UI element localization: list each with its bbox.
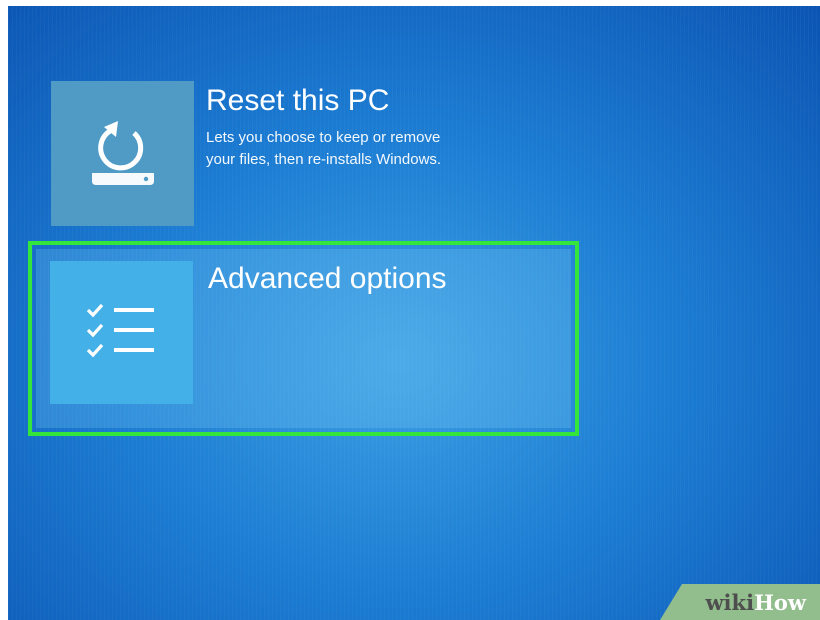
- advanced-title: Advanced options: [208, 262, 447, 295]
- reset-title: Reset this PC: [206, 84, 390, 117]
- reset-this-pc-option[interactable]: Reset this PC Lets you choose to keep or…: [51, 81, 531, 226]
- advanced-option-body: Advanced options: [36, 249, 571, 428]
- checklist-icon: [86, 303, 154, 357]
- advanced-options-option[interactable]: Advanced options: [28, 241, 579, 436]
- recovery-screen: Reset this PC Lets you choose to keep or…: [8, 6, 820, 620]
- watermark-wiki: wiki: [705, 589, 755, 615]
- advanced-text-group: Advanced options: [208, 261, 447, 428]
- watermark-how: How: [754, 589, 806, 615]
- advanced-tile: [50, 261, 193, 404]
- reset-tile: [51, 81, 194, 226]
- reset-description: Lets you choose to keep or remove your f…: [206, 127, 441, 171]
- wikihow-watermark: wiki How: [660, 584, 820, 620]
- reset-pc-icon: [91, 120, 154, 185]
- reset-text-group: Reset this PC Lets you choose to keep or…: [206, 83, 441, 226]
- reset-description-line-2: your files, then re-installs Windows.: [206, 151, 442, 168]
- reset-description-line-1: Lets you choose to keep or remove: [206, 129, 441, 146]
